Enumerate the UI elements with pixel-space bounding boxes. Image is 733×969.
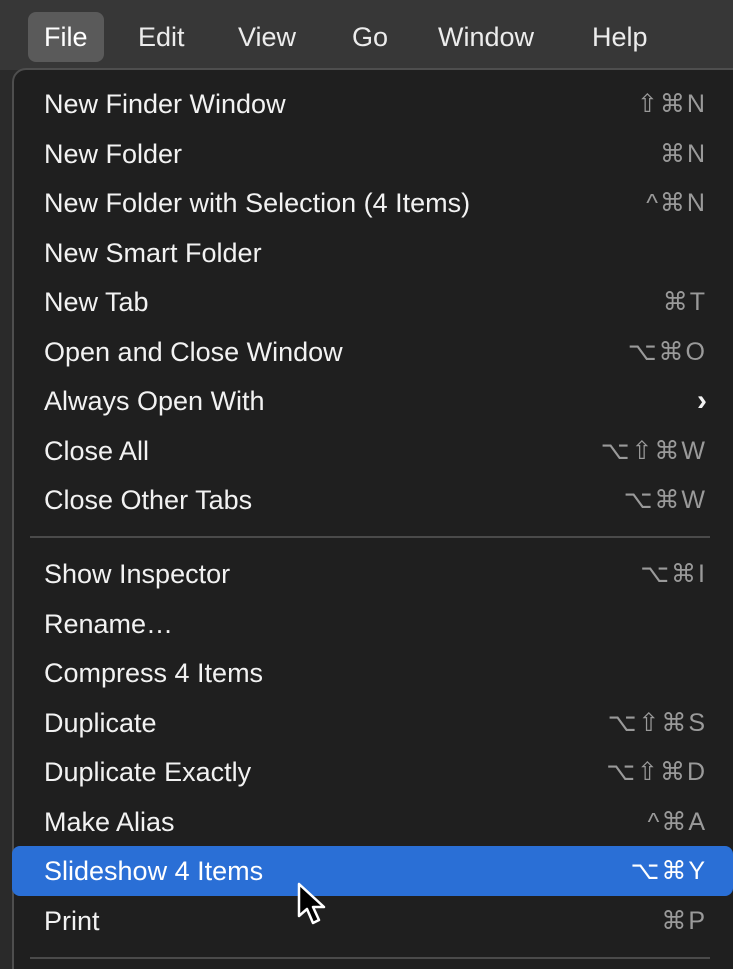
menu-item-print[interactable]: Print ⌘P <box>12 896 733 946</box>
menu-item-label: Close All <box>44 436 150 466</box>
menu-separator <box>30 536 710 538</box>
menu-item-label: Close Other Tabs <box>44 485 253 515</box>
menu-item-close-other-tabs[interactable]: Close Other Tabs ⌥⌘W <box>12 475 733 525</box>
screen: File Edit View Go Window Help New Finder… <box>0 0 733 969</box>
menu-item-label: Make Alias <box>44 807 175 837</box>
menu-item-shortcut: ⌥⌘W <box>623 486 707 514</box>
menu-item-shortcut: ⌥⇧⌘S <box>607 709 707 737</box>
menu-item-label: Rename… <box>44 609 174 639</box>
menu-item-duplicate[interactable]: Duplicate ⌥⇧⌘S <box>12 698 733 748</box>
menu-item-compress[interactable]: Compress 4 Items <box>12 648 733 698</box>
menu-separator <box>30 957 710 959</box>
menu-item-open-and-close-window[interactable]: Open and Close Window ⌥⌘O <box>12 327 733 377</box>
menu-item-label: Show Inspector <box>44 559 231 589</box>
menu-item-label: New Folder <box>44 139 183 169</box>
menu-item-label: Always Open With <box>44 386 265 416</box>
menu-item-shortcut: ⌘P <box>661 907 707 935</box>
menu-item-label: New Finder Window <box>44 89 286 119</box>
menu-item-label: Duplicate Exactly <box>44 757 252 787</box>
menu-item-slideshow[interactable]: Slideshow 4 Items ⌥⌘Y <box>12 846 733 896</box>
menu-item-shortcut: ^⌘N <box>646 189 707 217</box>
menu-item-shortcut: ⌥⌘O <box>627 338 707 366</box>
menu-item-label: Compress 4 Items <box>44 658 264 688</box>
menu-item-new-smart-folder[interactable]: New Smart Folder <box>12 228 733 278</box>
menu-item-label: New Tab <box>44 287 149 317</box>
menu-item-make-alias[interactable]: Make Alias ^⌘A <box>12 797 733 847</box>
menu-item-label: New Folder with Selection (4 Items) <box>44 188 471 218</box>
menu-item-rename[interactable]: Rename… <box>12 599 733 649</box>
menu-item-label: New Smart Folder <box>44 238 262 268</box>
menu-item-shortcut: ⌥⇧⌘D <box>606 758 707 786</box>
menu-item-always-open-with[interactable]: Always Open With › <box>12 376 733 426</box>
menu-item-shortcut: ⌥⌘Y <box>630 857 707 885</box>
menu-item-label: Open and Close Window <box>44 337 343 367</box>
menu-item-new-folder-with-selection[interactable]: New Folder with Selection (4 Items) ^⌘N <box>12 178 733 228</box>
menu-item-new-finder-window[interactable]: New Finder Window ⇧⌘N <box>12 79 733 129</box>
menu-item-shortcut: ⇧⌘N <box>636 90 707 118</box>
chevron-right-icon: › <box>697 384 707 417</box>
menu-item-label: Print <box>44 906 100 936</box>
menu-item-new-tab[interactable]: New Tab ⌘T <box>12 277 733 327</box>
mouse-pointer-icon <box>297 882 326 925</box>
menu-item-label: Slideshow 4 Items <box>44 856 264 886</box>
file-menu-items: New Finder Window ⇧⌘N New Folder ⌘N New … <box>0 0 733 969</box>
menu-item-new-folder[interactable]: New Folder ⌘N <box>12 129 733 179</box>
menu-item-duplicate-exactly[interactable]: Duplicate Exactly ⌥⇧⌘D <box>12 747 733 797</box>
menu-item-shortcut: ⌘T <box>662 288 707 316</box>
menu-item-shortcut: ⌘N <box>659 140 707 168</box>
menu-item-shortcut: ⌥⇧⌘W <box>600 437 707 465</box>
menu-item-close-all[interactable]: Close All ⌥⇧⌘W <box>12 426 733 476</box>
menu-item-shortcut: ^⌘A <box>647 808 707 836</box>
menu-item-label: Duplicate <box>44 708 157 738</box>
menu-item-show-inspector[interactable]: Show Inspector ⌥⌘I <box>12 549 733 599</box>
menu-item-shortcut: ⌥⌘I <box>640 560 707 588</box>
